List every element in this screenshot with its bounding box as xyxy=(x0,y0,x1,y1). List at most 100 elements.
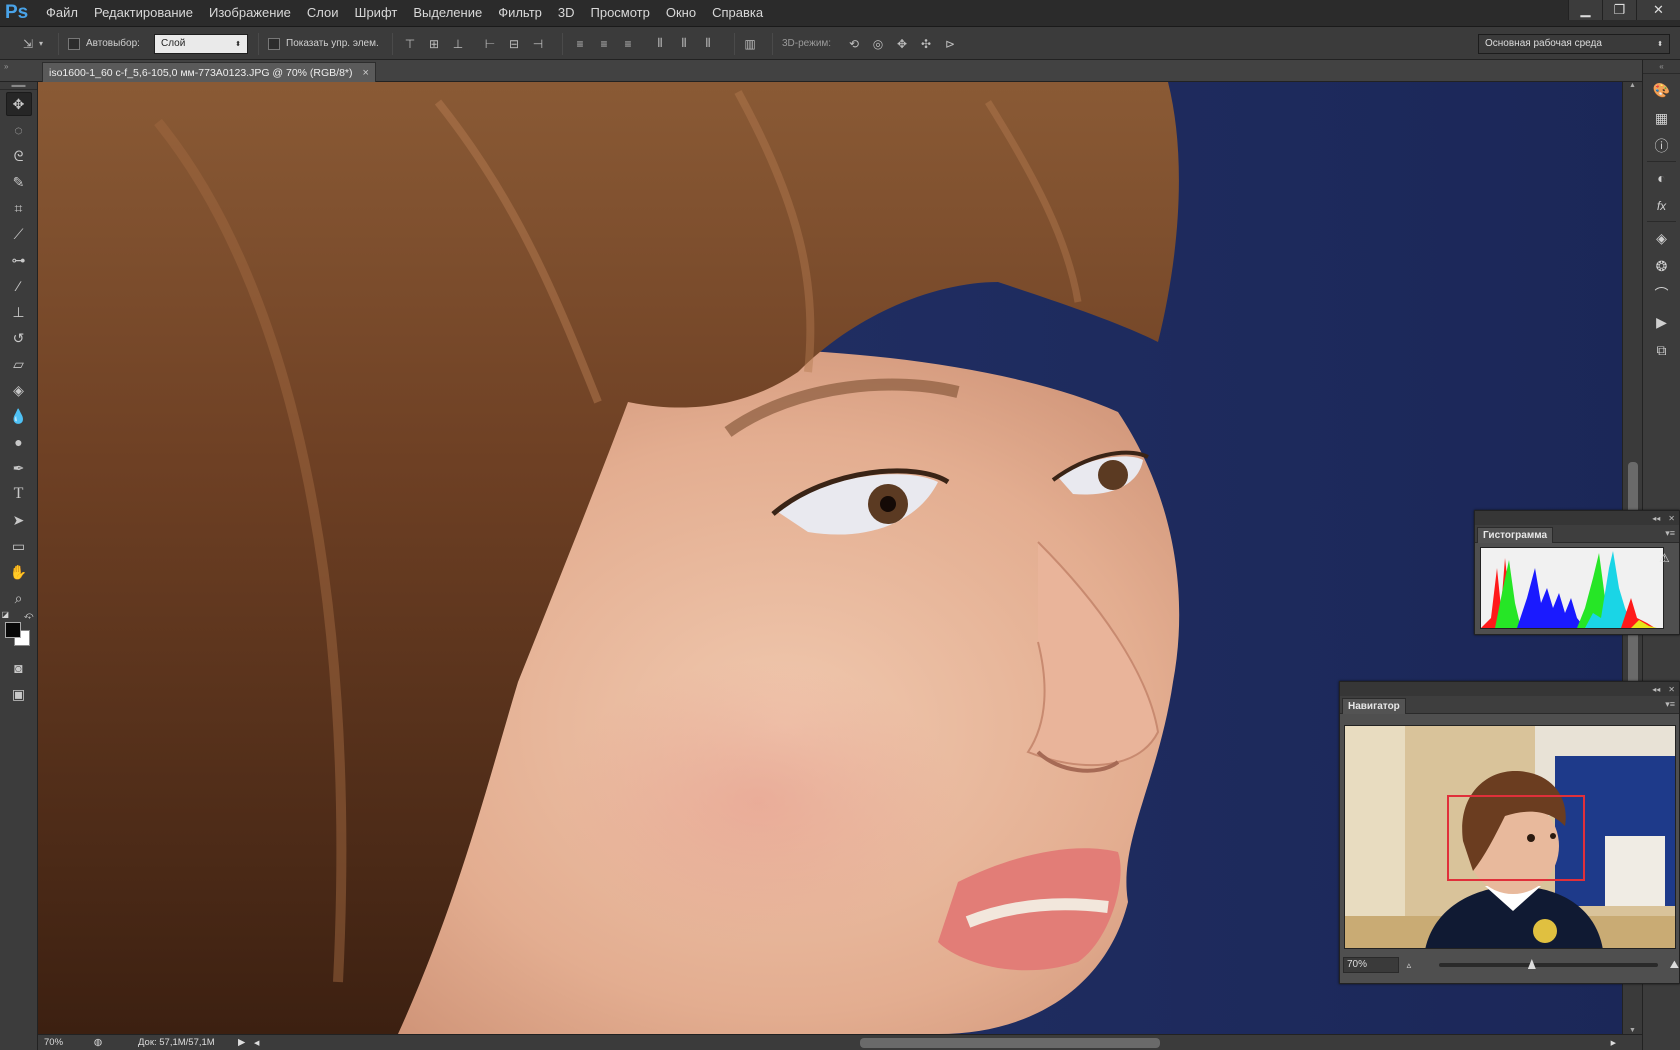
move-tool[interactable]: ✥ xyxy=(5,92,32,116)
channels-icon[interactable]: ❂ xyxy=(1649,254,1675,278)
history-icon[interactable]: ⧉ xyxy=(1649,338,1675,362)
show-transform-checkbox[interactable]: Показать упр. элем. xyxy=(268,27,379,60)
brush-tool[interactable]: ∕ xyxy=(6,274,32,298)
menu-file[interactable]: Файл xyxy=(38,0,86,27)
quick-select-tool[interactable]: ✎ xyxy=(6,170,32,194)
menu-3d[interactable]: 3D xyxy=(550,0,583,27)
align-bottom-icon[interactable]: ⊥ xyxy=(450,36,466,52)
bucket-tool[interactable]: ◈ xyxy=(6,378,32,402)
align-right-icon[interactable]: ⊣ xyxy=(530,36,546,52)
3d-roll-icon[interactable]: ◎ xyxy=(870,36,886,52)
distribute-vcenter-icon[interactable]: ≡ xyxy=(596,36,612,52)
hand-tool[interactable]: ✋ xyxy=(6,560,32,584)
foreground-color[interactable] xyxy=(4,622,21,638)
scroll-right-icon[interactable]: ▶ xyxy=(1611,1039,1616,1047)
align-hcenter-icon[interactable]: ⊟ xyxy=(506,36,522,52)
panel-menu-icon[interactable]: ▾≡ xyxy=(1665,699,1675,710)
collapse-icon[interactable]: ◂◂ xyxy=(1652,685,1660,694)
share-icon[interactable]: ◍ xyxy=(88,1037,108,1048)
swatches-panel-icon[interactable]: ▦ xyxy=(1649,106,1675,130)
panel-menu-icon[interactable]: ▾≡ xyxy=(1665,528,1675,539)
screen-mode-tool[interactable]: ▣ xyxy=(6,682,32,706)
navigator-preview[interactable] xyxy=(1344,725,1676,949)
minimize-icon[interactable]: ▁ xyxy=(1568,0,1602,20)
menu-help[interactable]: Справка xyxy=(704,0,771,27)
status-zoom[interactable]: 70% xyxy=(38,1037,88,1048)
toolbar-grip[interactable]: ▬▬ xyxy=(0,82,37,90)
close-icon[interactable]: ✕ xyxy=(1668,685,1675,694)
3d-slide-icon[interactable]: ✣ xyxy=(918,36,934,52)
marquee-tool[interactable]: ◌ xyxy=(6,118,32,142)
menu-layers[interactable]: Слои xyxy=(299,0,347,27)
eyedropper-tool[interactable]: ⟋ xyxy=(6,222,32,246)
type-tool[interactable]: T xyxy=(6,482,32,506)
paths-icon[interactable]: ⌒ xyxy=(1649,282,1675,306)
menu-window[interactable]: Окно xyxy=(658,0,704,27)
menu-edit[interactable]: Редактирование xyxy=(86,0,201,27)
zoom-tool[interactable]: ⌕ xyxy=(6,586,32,610)
lasso-tool[interactable]: ᘓ xyxy=(6,144,32,168)
distribute-hcenter-icon[interactable]: ⦀ xyxy=(676,36,692,52)
menu-type[interactable]: Шрифт xyxy=(347,0,406,27)
scroll-left-icon[interactable]: ◀ xyxy=(254,1039,266,1047)
adjustments-icon[interactable]: ◐ xyxy=(1649,166,1675,190)
distribute-left-icon[interactable]: ⦀ xyxy=(652,36,668,52)
close-icon[interactable]: × xyxy=(363,67,369,79)
scroll-up-icon[interactable]: ▲ xyxy=(1623,82,1642,89)
auto-align-button[interactable]: ▥ xyxy=(742,27,758,60)
align-left-icon[interactable]: ⊢ xyxy=(482,36,498,52)
zoom-in-icon[interactable]: ⛰ xyxy=(1670,959,1679,972)
dodge-tool[interactable]: ● xyxy=(6,430,32,454)
quick-mask-tool[interactable]: ◙ xyxy=(6,656,32,680)
status-menu-icon[interactable]: ▶ xyxy=(238,1037,254,1048)
rectangle-tool[interactable]: ▭ xyxy=(6,534,32,558)
default-colors-icon[interactable]: ◪ xyxy=(2,610,10,619)
workspace-switcher[interactable]: Основная рабочая среда ⬍ xyxy=(1478,33,1670,54)
menu-image[interactable]: Изображение xyxy=(201,0,299,27)
close-icon[interactable]: ✕ xyxy=(1636,0,1680,20)
menu-select[interactable]: Выделение xyxy=(405,0,490,27)
warning-icon[interactable]: ⚠ xyxy=(1659,551,1673,565)
3d-rotate-icon[interactable]: ⟲ xyxy=(846,36,862,52)
horizontal-scroll-thumb[interactable] xyxy=(860,1038,1160,1048)
info-panel-icon[interactable]: ⓘ xyxy=(1649,134,1675,158)
tab-navigator[interactable]: Навигатор xyxy=(1342,698,1406,714)
menu-view[interactable]: Просмотр xyxy=(583,0,658,27)
navigator-zoom-knob[interactable] xyxy=(1527,959,1536,969)
tool-preset-picker[interactable]: ⇲ ▾ xyxy=(20,27,46,60)
styles-icon[interactable]: fx xyxy=(1649,194,1675,218)
pen-tool[interactable]: ✒ xyxy=(6,456,32,480)
distribute-bottom-icon[interactable]: ≡ xyxy=(620,36,636,52)
restore-icon[interactable]: ❐ xyxy=(1602,0,1636,20)
navigator-zoom-slider[interactable] xyxy=(1439,959,1658,969)
align-vcenter-icon[interactable]: ⊞ xyxy=(426,36,442,52)
autoselect-checkbox[interactable]: Автовыбор: xyxy=(68,27,140,60)
autoselect-dropdown[interactable]: Слой ⬍ xyxy=(154,33,248,54)
collapse-icon[interactable]: ◂◂ xyxy=(1652,514,1660,523)
distribute-top-icon[interactable]: ≡ xyxy=(572,36,588,52)
3d-scale-icon[interactable]: ⊳ xyxy=(942,36,958,52)
eraser-tool[interactable]: ▱ xyxy=(6,352,32,376)
collapse-toolbar-icon[interactable]: » xyxy=(4,62,8,71)
align-top-icon[interactable]: ⊤ xyxy=(402,36,418,52)
dock-grip[interactable]: « xyxy=(1643,60,1680,74)
stamp-tool[interactable]: ⊥ xyxy=(6,300,32,324)
document-tab[interactable]: iso1600-1_60 c-f_5,6-105,0 мм-773A0123.J… xyxy=(42,62,376,82)
tab-histogram[interactable]: Гистограмма xyxy=(1477,527,1554,543)
crop-tool[interactable]: ⌗ xyxy=(6,196,32,220)
swap-colors-icon[interactable]: ⤽ xyxy=(24,610,34,621)
scroll-down-icon[interactable]: ▼ xyxy=(1623,1027,1642,1034)
3d-pan-icon[interactable]: ✥ xyxy=(894,36,910,52)
actions-icon[interactable]: ▶ xyxy=(1649,310,1675,334)
distribute-right-icon[interactable]: ⦀ xyxy=(700,36,716,52)
navigator-zoom-field[interactable]: 70% xyxy=(1343,957,1399,973)
zoom-out-icon[interactable]: ▵ xyxy=(1407,960,1412,971)
spot-heal-tool[interactable]: ⊶ xyxy=(6,248,32,272)
layers-icon[interactable]: ◈ xyxy=(1649,226,1675,250)
menu-filter[interactable]: Фильтр xyxy=(490,0,550,27)
history-brush-tool[interactable]: ↺ xyxy=(6,326,32,350)
path-select-tool[interactable]: ➤ xyxy=(6,508,32,532)
blur-tool[interactable]: 💧 xyxy=(6,404,32,428)
close-icon[interactable]: ✕ xyxy=(1668,514,1675,523)
color-panel-icon[interactable]: 🎨 xyxy=(1649,78,1675,102)
